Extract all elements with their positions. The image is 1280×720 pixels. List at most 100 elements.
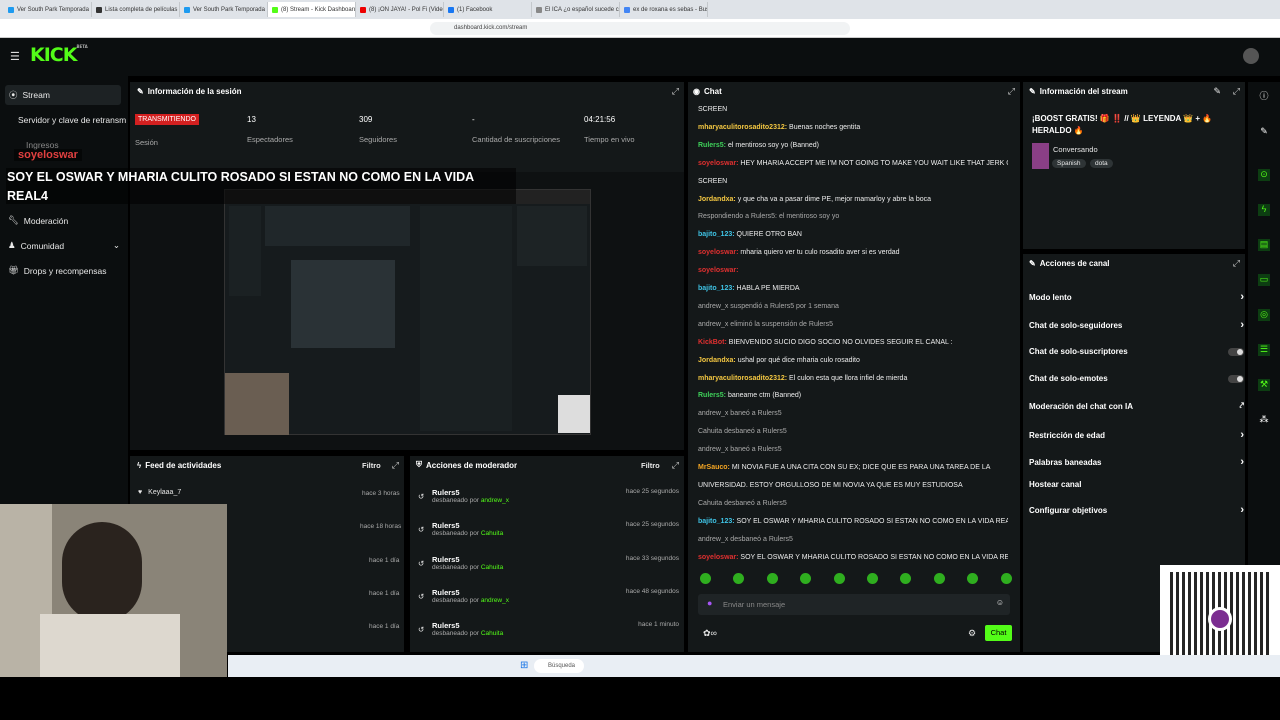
overlay-username: soyeloswar <box>14 149 82 161</box>
stream-info-title: Información del stream <box>1039 86 1128 96</box>
emote-icon[interactable] <box>700 573 711 584</box>
browser-tab[interactable]: Ver South Park Temporada 18 Episo <box>180 2 268 17</box>
list-icon[interactable]: ☰ <box>1258 344 1270 356</box>
network-icon[interactable]: ⁂ <box>1258 414 1270 426</box>
overlay-title: SOY EL OSWAR Y MHARIA CULITO ROSADO SI E… <box>6 168 516 204</box>
emotes-only-row[interactable]: Chat de solo-emotes <box>1029 374 1244 383</box>
gear-icon[interactable]: ⚙ <box>968 628 976 639</box>
browser-tab[interactable]: Ver South Park Temporada 19 Episo <box>4 2 92 17</box>
subscribers-only-row[interactable]: Chat de solo-suscriptores <box>1029 347 1244 356</box>
menu-icon[interactable]: ☰ <box>10 50 20 63</box>
expand-icon[interactable]: ⤢ <box>1008 86 1015 97</box>
chat-username[interactable]: MrSauco: <box>698 464 730 471</box>
list-item: ♥ Keylaaa_7 <box>138 489 182 496</box>
slow-mode-row[interactable]: Modo lento › <box>1029 291 1244 303</box>
edit-icon[interactable]: ✎ <box>1213 86 1221 97</box>
chat-icon[interactable]: ▭ <box>1258 274 1270 286</box>
sidebar-item-drops[interactable]: 🎁︎ Drops y recompensas <box>8 265 106 276</box>
windows-start-icon[interactable]: ⊞ <box>520 660 528 671</box>
tab-favicon-icon <box>624 6 630 13</box>
unban-icon: ↺ <box>418 559 425 568</box>
host-channel-row[interactable]: Hostear canal <box>1029 480 1244 489</box>
taskbar-search[interactable]: Búsqueda <box>534 659 584 673</box>
bolt-icon[interactable]: ϟ <box>1258 204 1270 216</box>
sidebar-item-moderation[interactable]: 🔧︎ Moderación <box>8 215 68 226</box>
tag-chip[interactable]: dota <box>1090 159 1113 168</box>
browser-tab[interactable]: (8) ¡ON JAYA! - Pol Fi (Video Oficial) <box>356 2 444 17</box>
emote-icon[interactable] <box>833 573 845 584</box>
kick-logo[interactable]: KICKBETA <box>30 44 88 66</box>
document-icon[interactable]: ▤ <box>1258 239 1270 251</box>
tag-chip[interactable]: Spanish <box>1052 159 1086 168</box>
chat-username[interactable]: soyeloswar: <box>698 160 738 167</box>
chat-username[interactable]: Rulers5: <box>698 392 726 399</box>
emoji-icon[interactable]: ● <box>707 598 712 608</box>
activity-filter-button[interactable]: Filtro <box>362 461 381 470</box>
configure-goals-row[interactable]: Configurar objetivos › <box>1029 504 1244 516</box>
chat-username[interactable]: mharyaculitorosadito2312: <box>698 124 787 131</box>
browser-tab[interactable]: El ICA ¿o español sucede con el Pedro <box>532 2 620 17</box>
browser-tab[interactable]: (8) Stream - Kick Dashboard <box>268 2 356 17</box>
info-icon[interactable]: ⓘ <box>1258 89 1270 101</box>
chat-username[interactable]: mharyaculitorosadito2312: <box>698 375 787 382</box>
points-icon[interactable]: ✿∞ <box>703 628 717 639</box>
smile-icon[interactable]: ☺ <box>996 598 1004 607</box>
chat-send-button[interactable]: Chat <box>985 625 1012 641</box>
stream-preview-video[interactable] <box>224 189 591 435</box>
viewers-value: 13 <box>247 115 256 124</box>
sidebar-item-stream[interactable]: ⦿ Stream <box>5 85 121 105</box>
tab-favicon-icon <box>272 6 278 13</box>
avatar[interactable] <box>1243 48 1259 64</box>
age-restriction-row[interactable]: Restricción de edad › <box>1029 429 1244 441</box>
chat-username[interactable]: bajito_123: <box>698 518 735 525</box>
wrench-icon[interactable]: ⚒ <box>1258 379 1270 391</box>
chat-input[interactable]: ● Enviar un mensaje ☺ <box>698 594 1010 615</box>
chat-username[interactable]: bajito_123: <box>698 231 735 238</box>
expand-icon[interactable]: ⤢ <box>672 460 679 471</box>
browser-tab[interactable]: (1) Facebook <box>444 2 532 17</box>
expand-icon[interactable]: ⤢ <box>672 86 679 97</box>
browser-tab[interactable]: Lista completa de películas Página 1 <box>92 2 180 17</box>
chat-username[interactable]: KickBot: <box>698 339 727 346</box>
emote-icon[interactable] <box>933 573 945 584</box>
toggle-switch[interactable] <box>1228 347 1244 356</box>
chat-message: soyeloswar: HEY MHARIA ACCEPT ME I'M NOT… <box>698 159 1008 167</box>
pencil-icon: ✎ <box>137 86 144 96</box>
browser-tab-strip: Ver South Park Temporada 19 EpisoLista c… <box>0 0 1280 19</box>
chat-username[interactable]: Rulers5: <box>698 142 726 149</box>
lightning-icon: ϟ <box>137 460 142 470</box>
broadcast-icon[interactable]: ◎ <box>1258 309 1270 321</box>
mod-filter-button[interactable]: Filtro <box>641 461 660 470</box>
chat-username[interactable]: soyeloswar: <box>698 554 738 561</box>
emote-icon[interactable] <box>766 573 778 584</box>
ai-moderation-row[interactable]: Moderación del chat con IA ⤤ <box>1029 401 1244 411</box>
followers-only-row[interactable]: Chat de solo-seguidores › <box>1029 319 1244 331</box>
emote-icon[interactable] <box>1000 573 1012 584</box>
chat-username[interactable]: soyeloswar: <box>698 267 738 274</box>
chat-message: soyeloswar: <box>698 265 1008 277</box>
stream-info-panel: ✎ Información del stream ✎ ⤢ ¡BOOST GRATI… <box>1023 82 1245 249</box>
expand-icon[interactable]: ⤢ <box>1233 86 1240 97</box>
target-icon[interactable]: ⊙ <box>1258 169 1270 181</box>
toggle-switch[interactable] <box>1228 374 1244 383</box>
browser-tab[interactable]: ex de roxana es sebas - Buscar con G <box>620 2 708 17</box>
expand-icon[interactable]: ⤢ <box>1233 258 1240 269</box>
chat-username[interactable]: Jordandxa: <box>698 357 736 364</box>
chevron-right-icon: › <box>1240 291 1244 303</box>
sidebar-item-server-key[interactable]: Servidor y clave de retransm <box>18 115 126 125</box>
url-field[interactable]: dashboard.kick.com/stream <box>430 22 850 35</box>
kick-topbar <box>0 38 1280 76</box>
chat-username[interactable]: Jordandxa: <box>698 196 736 203</box>
sidebar-item-community[interactable]: ♟ Comunidad ⌄ <box>8 240 120 251</box>
tab-favicon-icon <box>360 6 366 13</box>
subscriptions-value: - <box>472 115 475 124</box>
category-thumbnail <box>1032 143 1049 169</box>
chat-username[interactable]: bajito_123: <box>698 285 735 292</box>
chevron-right-icon: › <box>1240 504 1244 516</box>
banned-words-row[interactable]: Palabras baneadas › <box>1029 456 1244 468</box>
pencil-icon[interactable]: ✎ <box>1258 126 1270 138</box>
chat-username[interactable]: soyeloswar: <box>698 249 738 256</box>
expand-icon[interactable]: ⤢ <box>392 460 399 471</box>
emote-icon[interactable] <box>867 573 878 584</box>
chat-message: Rulers5: el mentiroso soy yo (Banned) <box>698 141 820 149</box>
